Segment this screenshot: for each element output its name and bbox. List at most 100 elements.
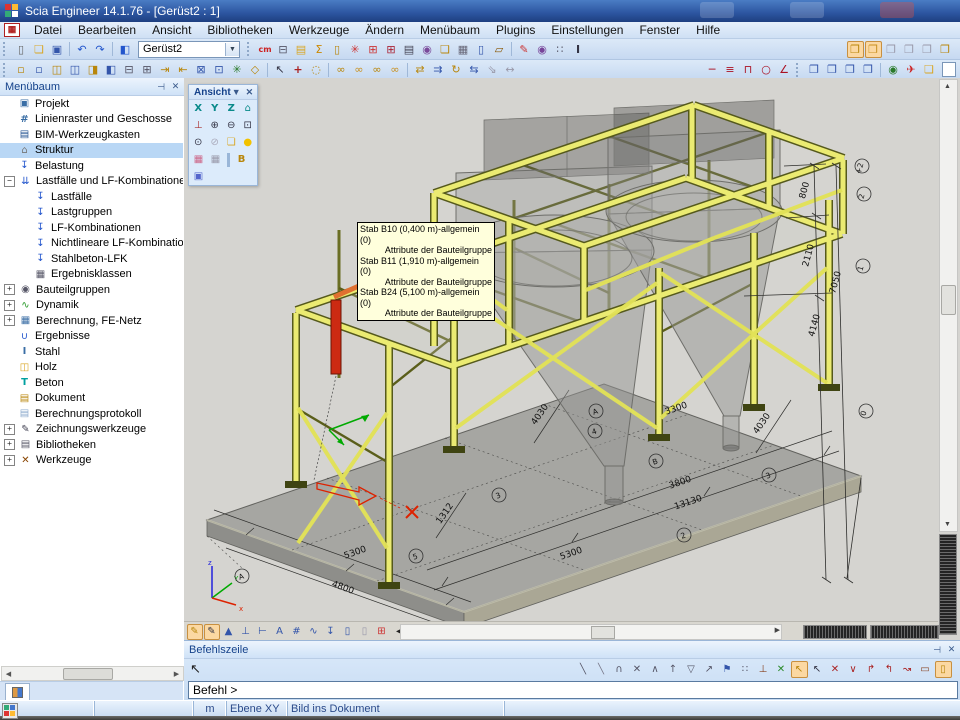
expander-icon[interactable]: + <box>4 315 15 326</box>
print-preview-icon[interactable]: ◉ <box>419 41 436 58</box>
tree-item-linienraster[interactable]: # Linienraster und Geschosse <box>0 112 183 128</box>
snap-tangent-icon[interactable]: ↗ <box>701 661 718 678</box>
cursor-rotate-icon[interactable]: ↱ <box>863 661 880 678</box>
menu-item[interactable]: Fenster <box>631 23 688 37</box>
tree-item-bim-werkzeugkasten[interactable]: ▤ BIM-Werkzeugkasten <box>0 127 183 143</box>
status-cell-rest[interactable] <box>505 701 960 717</box>
win-single-icon[interactable]: ❐ <box>847 41 864 58</box>
cursor-jump-icon[interactable]: ↝ <box>899 661 916 678</box>
palette-separator[interactable] <box>227 153 230 167</box>
zoom-in-icon[interactable]: ⊕ <box>207 117 224 134</box>
tree-item-dokument[interactable]: ▤ Dokument <box>0 391 183 407</box>
tree-item-ergebnisse[interactable]: ∪ Ergebnisse <box>0 329 183 345</box>
add-selection-icon[interactable]: + <box>290 61 307 78</box>
tree-item-struktur[interactable]: ⌂ Struktur <box>0 143 183 159</box>
ucs-origin-icon[interactable]: ✕ <box>773 661 790 678</box>
tree-item-projekt[interactable]: ▣ Projekt <box>0 96 183 112</box>
tree-item-berechnung-fe-netz[interactable]: + ▦ Berechnung, FE-Netz <box>0 313 183 329</box>
clip-end-icon[interactable]: ⇤ <box>175 61 192 78</box>
raster-icon[interactable]: ∷ <box>552 41 569 58</box>
view-nodes-icon[interactable]: ∞ <box>351 61 368 78</box>
tree-item-lastfaelle-lf[interactable]: − ⇊ Lastfälle und LF-Kombinatione <box>0 174 183 190</box>
pin-icon[interactable]: ⊤ <box>154 80 167 93</box>
menu-item[interactable]: Werkzeuge <box>281 23 357 37</box>
expander-icon[interactable]: + <box>4 300 15 311</box>
close-icon[interactable]: ✕ <box>169 80 182 93</box>
draw-arc-icon[interactable]: ∩ <box>611 661 628 678</box>
layers-icon[interactable]: ⊟ <box>275 41 292 58</box>
mini-input[interactable] <box>942 62 956 77</box>
tree-item-stahl[interactable]: I Stahl <box>0 344 183 360</box>
ruler-icon[interactable]: ▭ <box>917 661 934 678</box>
zoom-out-icon[interactable]: ⊖ <box>223 117 240 134</box>
view-z-icon[interactable]: Z <box>223 100 240 117</box>
groups-visibility-icon[interactable]: ⊞ <box>139 61 156 78</box>
tree-item-stahlbeton-lfk[interactable]: ↧ Stahlbeton-LFK <box>0 251 183 267</box>
draw-polyline-icon[interactable]: ╲ <box>593 661 610 678</box>
loads-icon[interactable]: ↧ <box>323 624 339 640</box>
sidebar-tab-menubaum[interactable] <box>5 683 30 701</box>
expander-icon[interactable]: + <box>4 424 15 435</box>
move-icon[interactable]: ⇄ <box>412 61 429 78</box>
print-icon[interactable]: ▤ <box>401 41 418 58</box>
circle-dimension-icon[interactable]: ○ <box>758 61 775 78</box>
layers-visibility-icon[interactable]: ⊟ <box>121 61 138 78</box>
menu-item[interactable]: Ansicht <box>144 23 199 37</box>
status-cell-units[interactable]: m <box>194 701 227 717</box>
win-horizontal-icon[interactable]: ❐ <box>919 41 936 58</box>
cursor-shift-icon[interactable]: ↰ <box>881 661 898 678</box>
flag-icon[interactable]: ⚑ <box>719 661 736 678</box>
close-icon[interactable]: ✕ <box>945 643 958 656</box>
close-icon[interactable]: ✕ <box>244 86 255 99</box>
expander-icon[interactable]: + <box>4 439 15 450</box>
menu-item[interactable]: Ändern <box>357 23 412 37</box>
scrollbar-thumb[interactable] <box>591 626 615 639</box>
cursor-default-icon[interactable]: ↖ <box>809 661 826 678</box>
tree-item-lf-kombinationen[interactable]: ↧ LF-Kombinationen <box>0 220 183 236</box>
tree-item-lastgruppen[interactable]: ↧ Lastgruppen <box>0 205 183 221</box>
text-cursor-icon[interactable]: I <box>570 41 587 58</box>
viewport-settings-icon[interactable]: ❐ <box>860 61 877 78</box>
grid-view-icon[interactable]: ⊞ <box>374 624 390 640</box>
zoom-window-icon[interactable]: ⊡ <box>240 117 257 134</box>
close-viewport-icon[interactable]: ◧ <box>117 41 134 58</box>
eye-icon[interactable]: ◉ <box>885 61 902 78</box>
load-display-icon[interactable]: ⊥ <box>238 624 254 640</box>
save-icon[interactable]: ▣ <box>49 41 66 58</box>
gallery-icon[interactable]: ❏ <box>437 41 454 58</box>
undo-icon[interactable]: ↶ <box>74 41 91 58</box>
snap-endpoint-icon[interactable]: ∧ <box>647 661 664 678</box>
doc-view-icon[interactable]: ▯ <box>340 624 356 640</box>
win-cascade-icon[interactable]: ❐ <box>901 41 918 58</box>
hide-selected-icon[interactable]: ⊠ <box>193 61 210 78</box>
rotation-slider-1[interactable] <box>803 625 867 639</box>
scroll-up-icon[interactable]: ▲ <box>941 80 954 93</box>
scroll-left-icon[interactable]: ◀ <box>2 667 15 680</box>
menu-item[interactable]: Plugins <box>488 23 543 37</box>
ucs-snap-icon[interactable]: ⊥ <box>755 661 772 678</box>
select-beams-icon[interactable]: ▫ <box>13 61 30 78</box>
scroll-right-icon[interactable]: ▶ <box>170 667 183 680</box>
zoom-previous-icon[interactable]: ⊘ <box>207 134 224 151</box>
tree-item-belastung[interactable]: ↧ Belastung <box>0 158 183 174</box>
vertical-scrollbar[interactable]: ▲ ▼ <box>939 79 958 532</box>
stretch-icon[interactable]: ↔ <box>502 61 519 78</box>
menu-item[interactable]: Einstellungen <box>543 23 631 37</box>
mesh-icon[interactable]: ✳ <box>347 41 364 58</box>
win-tile-icon[interactable]: ❐ <box>883 41 900 58</box>
document-icon[interactable]: ▯ <box>473 41 490 58</box>
lasso-select-icon[interactable]: ◌ <box>308 61 325 78</box>
viewport-copy-icon[interactable]: ❐ <box>824 61 841 78</box>
command-input[interactable]: Befehl > <box>188 681 958 699</box>
ansicht-palette[interactable]: Ansicht ▼ ✕ XYZ⌂ ⊥⊕⊖⊡ ⊙⊘❏● ▦▦B ▣ <box>188 84 258 186</box>
expander-icon[interactable]: + <box>4 455 15 466</box>
win-active-icon[interactable]: ❐ <box>865 41 882 58</box>
grid-table-icon[interactable]: ⊞ <box>365 41 382 58</box>
show-all-icon[interactable]: ⊡ <box>211 61 228 78</box>
tree-item-werkzeuge[interactable]: + ✕ Werkzeuge <box>0 453 183 469</box>
view-members-icon[interactable]: ∞ <box>333 61 350 78</box>
title-bar[interactable]: Scia Engineer 14.1.76 - [Gerüst2 : 1] <box>0 0 960 22</box>
selected-member[interactable] <box>331 300 341 374</box>
copy-icon[interactable]: ⇉ <box>430 61 447 78</box>
rotation-slider-2[interactable] <box>870 625 939 639</box>
